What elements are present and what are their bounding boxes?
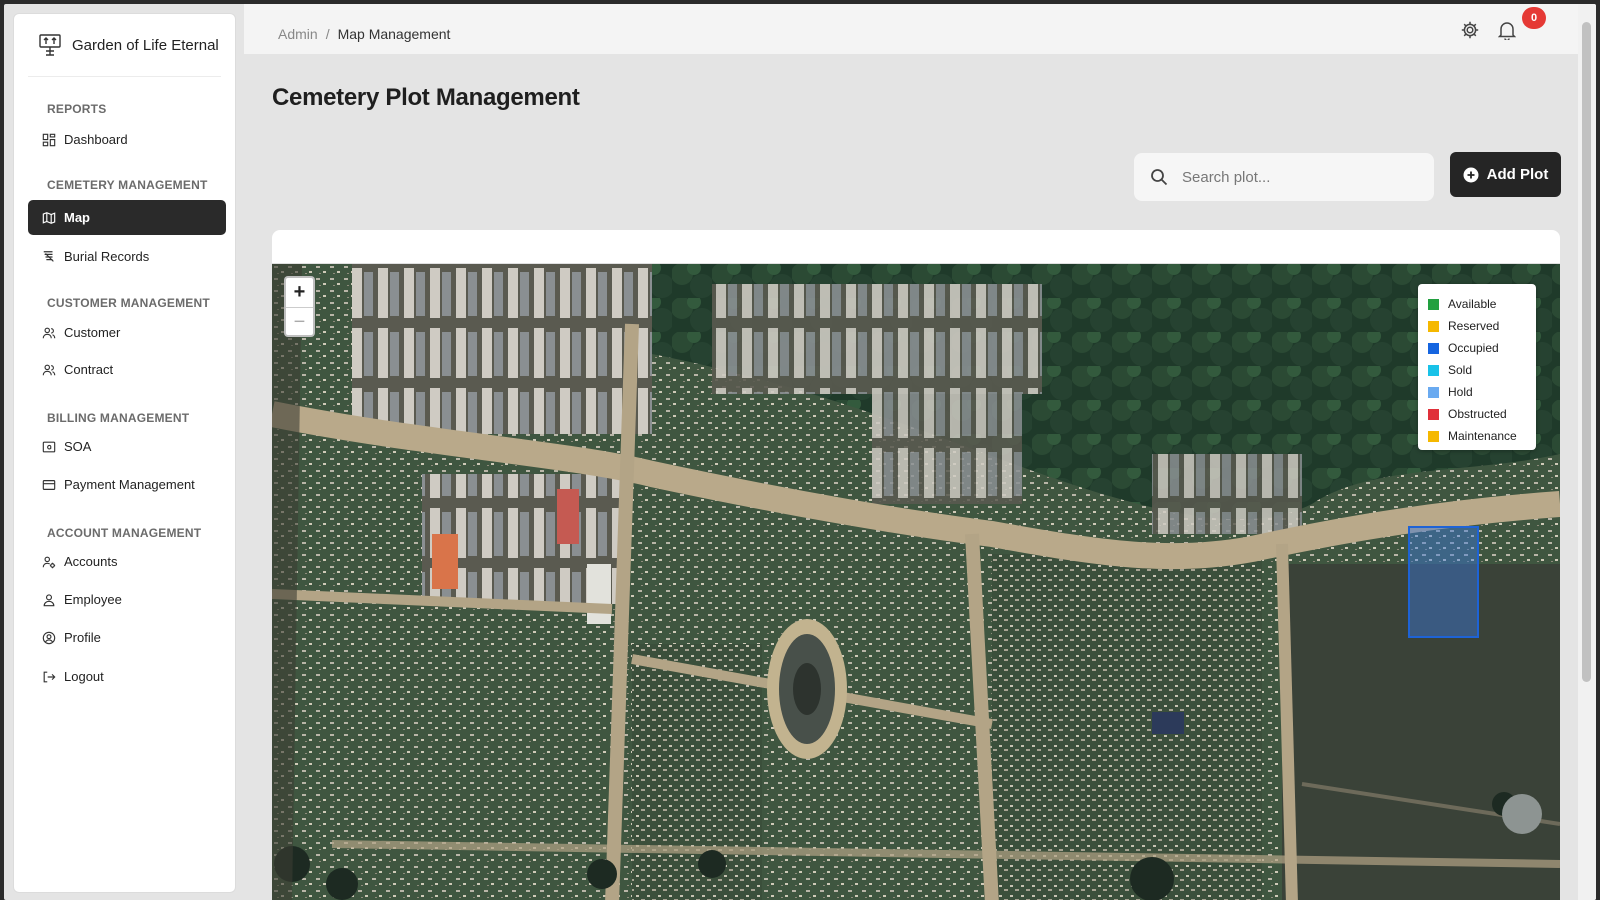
add-plot-button[interactable]: Add Plot (1450, 152, 1561, 197)
legend-swatch (1428, 408, 1439, 420)
sidebar-item-label: Payment Management (64, 477, 195, 492)
map-card-header (272, 230, 1560, 264)
breadcrumb: Admin / Map Management (278, 26, 450, 42)
legend-swatch (1428, 430, 1439, 442)
section-customer-management: CUSTOMER MANAGEMENT (47, 296, 210, 310)
zoom-in-button[interactable]: + (286, 278, 313, 307)
zoom-control: + − (284, 276, 315, 337)
legend-item-obstructed: Obstructed (1428, 403, 1526, 425)
sidebar-item-logout[interactable]: Logout (28, 659, 226, 694)
legend-item-sold: Sold (1428, 359, 1526, 381)
sidebar-item-contract[interactable]: Contract (28, 352, 226, 387)
plus-circle-icon (1463, 167, 1479, 182)
dashboard-icon (42, 133, 56, 146)
search-input[interactable] (1182, 168, 1412, 186)
contract-icon (42, 364, 56, 375)
legend-label: Obstructed (1448, 407, 1507, 421)
legend-item-hold: Hold (1428, 381, 1526, 403)
search-icon (1151, 169, 1168, 186)
legend-label: Reserved (1448, 319, 1500, 333)
page-scrollbar[interactable] (1578, 4, 1596, 900)
sidebar-item-label: Profile (64, 630, 101, 645)
breadcrumb-admin[interactable]: Admin (278, 26, 318, 42)
zoom-out-button[interactable]: − (286, 307, 313, 335)
logout-icon (43, 671, 56, 682)
scrollbar-thumb[interactable] (1582, 22, 1591, 682)
legend-swatch (1428, 320, 1439, 332)
sidebar-item-accounts[interactable]: Accounts (28, 544, 226, 579)
sidebar-item-dashboard[interactable]: Dashboard (28, 122, 226, 157)
search-box (1134, 153, 1434, 201)
sidebar-item-soa[interactable]: SOA (28, 429, 226, 464)
brand-divider (28, 76, 221, 77)
section-cemetery-management: CEMETERY MANAGEMENT (47, 178, 208, 192)
legend-label: Occupied (1448, 341, 1499, 355)
legend-label: Available (1448, 297, 1497, 311)
sidebar-item-label: Logout (64, 669, 104, 684)
legend-swatch (1428, 298, 1439, 310)
sidebar-item-label: Contract (64, 362, 114, 377)
legend-label: Sold (1448, 363, 1473, 377)
section-billing-management: BILLING MANAGEMENT (47, 411, 190, 425)
aerial-map-image (272, 264, 1560, 900)
brand-name: Garden of Life Eternal (72, 36, 219, 54)
legend-label: Hold (1448, 385, 1473, 399)
legend-label: Maintenance (1448, 429, 1517, 443)
cemetery-map[interactable]: + − Available Reserved Occupied Sold Hol… (272, 264, 1560, 900)
sidebar-item-label: Dashboard (64, 132, 128, 147)
employee-icon (43, 593, 55, 606)
customer-icon (42, 327, 56, 338)
brand[interactable]: Garden of Life Eternal (14, 14, 235, 76)
legend-item-maintenance: Maintenance (1428, 425, 1526, 447)
burial-records-icon (43, 250, 54, 262)
tree-logo-icon (39, 34, 61, 56)
topbar: Admin / Map Management 0 (244, 4, 1578, 54)
section-account-management: ACCOUNT MANAGEMENT (47, 526, 202, 540)
profile-icon (42, 631, 56, 644)
sidebar-item-burial-records[interactable]: Burial Records (28, 239, 226, 274)
sidebar-item-label: Burial Records (64, 249, 150, 264)
legend-swatch (1428, 364, 1439, 376)
breadcrumb-separator: / (325, 26, 330, 42)
sidebar-item-label: SOA (64, 439, 92, 454)
breadcrumb-current: Map Management (337, 26, 451, 42)
legend-swatch (1428, 386, 1439, 398)
legend-item-available: Available (1428, 293, 1526, 315)
notification-badge: 0 (1522, 7, 1546, 29)
payment-icon (42, 479, 56, 490)
legend-item-occupied: Occupied (1428, 337, 1526, 359)
sidebar-item-label: Customer (64, 325, 121, 340)
map-legend: Available Reserved Occupied Sold Hold Ob… (1418, 284, 1536, 450)
legend-item-reserved: Reserved (1428, 315, 1526, 337)
legend-swatch (1428, 342, 1439, 354)
sidebar-item-customer[interactable]: Customer (28, 315, 226, 350)
sidebar-item-payment-management[interactable]: Payment Management (28, 467, 226, 502)
sidebar-item-employee[interactable]: Employee (28, 582, 226, 617)
highlighted-plot[interactable] (1408, 526, 1479, 638)
sidebar-item-label: Accounts (64, 554, 118, 569)
sidebar-item-map[interactable]: Map (28, 200, 226, 235)
sidebar: Garden of Life Eternal REPORTS Dashboard… (13, 13, 236, 893)
section-reports: REPORTS (47, 102, 107, 116)
soa-icon (42, 441, 56, 452)
sidebar-item-profile[interactable]: Profile (28, 620, 226, 655)
sidebar-item-label: Employee (64, 592, 122, 607)
sidebar-item-label: Map (64, 210, 90, 225)
app-window: Garden of Life Eternal REPORTS Dashboard… (4, 4, 1596, 900)
add-plot-label: Add Plot (1486, 166, 1549, 183)
bell-icon[interactable] (1498, 20, 1516, 40)
page-title: Cemetery Plot Management (272, 84, 580, 111)
map-icon (42, 211, 56, 224)
accounts-icon (42, 556, 56, 568)
gear-icon[interactable] (1460, 20, 1480, 40)
